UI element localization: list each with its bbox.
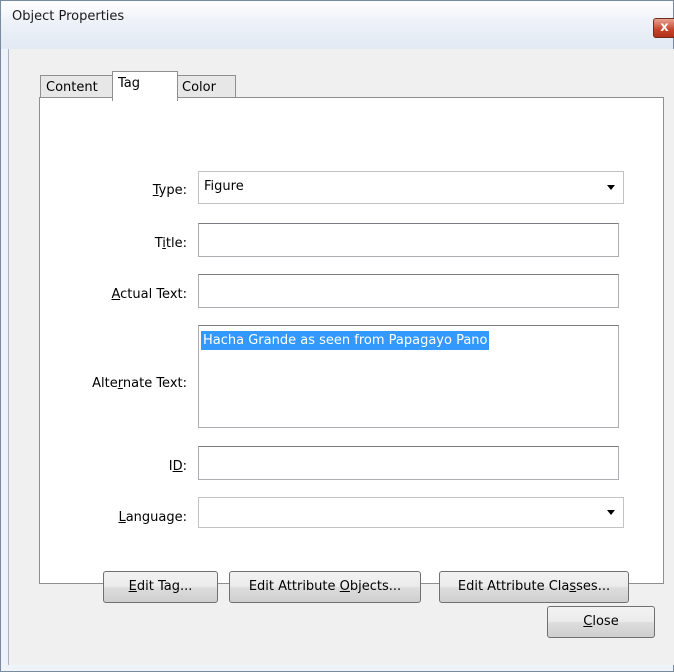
edit-attribute-objects-button[interactable]: Edit Attribute Objects...: [229, 571, 421, 603]
alternate-text-label: Alternate Text:: [92, 376, 187, 391]
language-select[interactable]: [198, 497, 624, 528]
close-icon: x: [660, 20, 669, 35]
tab-tag[interactable]: Tag: [112, 71, 178, 101]
actual-text-label: Actual Text:: [111, 287, 187, 302]
chevron-down-icon: [607, 185, 615, 190]
id-label: ID:: [168, 459, 187, 474]
tab-label: Tag: [118, 76, 141, 91]
id-input[interactable]: [198, 446, 619, 480]
object-properties-window: Object Properties x Content Tag Color Ty…: [0, 0, 674, 672]
chevron-down-icon: [607, 510, 615, 515]
title-input[interactable]: [198, 223, 619, 257]
edit-tag-button[interactable]: Edit Tag...: [103, 571, 218, 603]
close-button[interactable]: Close: [547, 606, 655, 638]
type-select[interactable]: Figure: [198, 171, 624, 204]
actual-text-input[interactable]: [198, 274, 619, 308]
tag-tab-panel: Type: Figure Title: Actual Text: Alterna…: [39, 97, 664, 603]
edit-attribute-classes-button[interactable]: Edit Attribute Classes...: [439, 571, 629, 603]
close-window-button[interactable]: x: [653, 18, 674, 38]
type-label: Type:: [152, 183, 187, 198]
title-label: Title:: [154, 236, 187, 251]
dialog-client-area: Content Tag Color Type: Figure Title: Ac…: [8, 49, 674, 665]
type-value: Figure: [204, 179, 244, 194]
title-bar[interactable]: Object Properties x: [1, 1, 674, 49]
alternate-text-textarea[interactable]: Hacha Grande as seen from Papagayo Pano: [198, 325, 619, 428]
tab-label: Content: [46, 80, 98, 95]
alternate-text-selection: Hacha Grande as seen from Papagayo Pano: [201, 331, 490, 350]
tab-label: Color: [182, 80, 216, 95]
window-title: Object Properties: [12, 9, 125, 24]
language-label: Language:: [118, 510, 187, 525]
